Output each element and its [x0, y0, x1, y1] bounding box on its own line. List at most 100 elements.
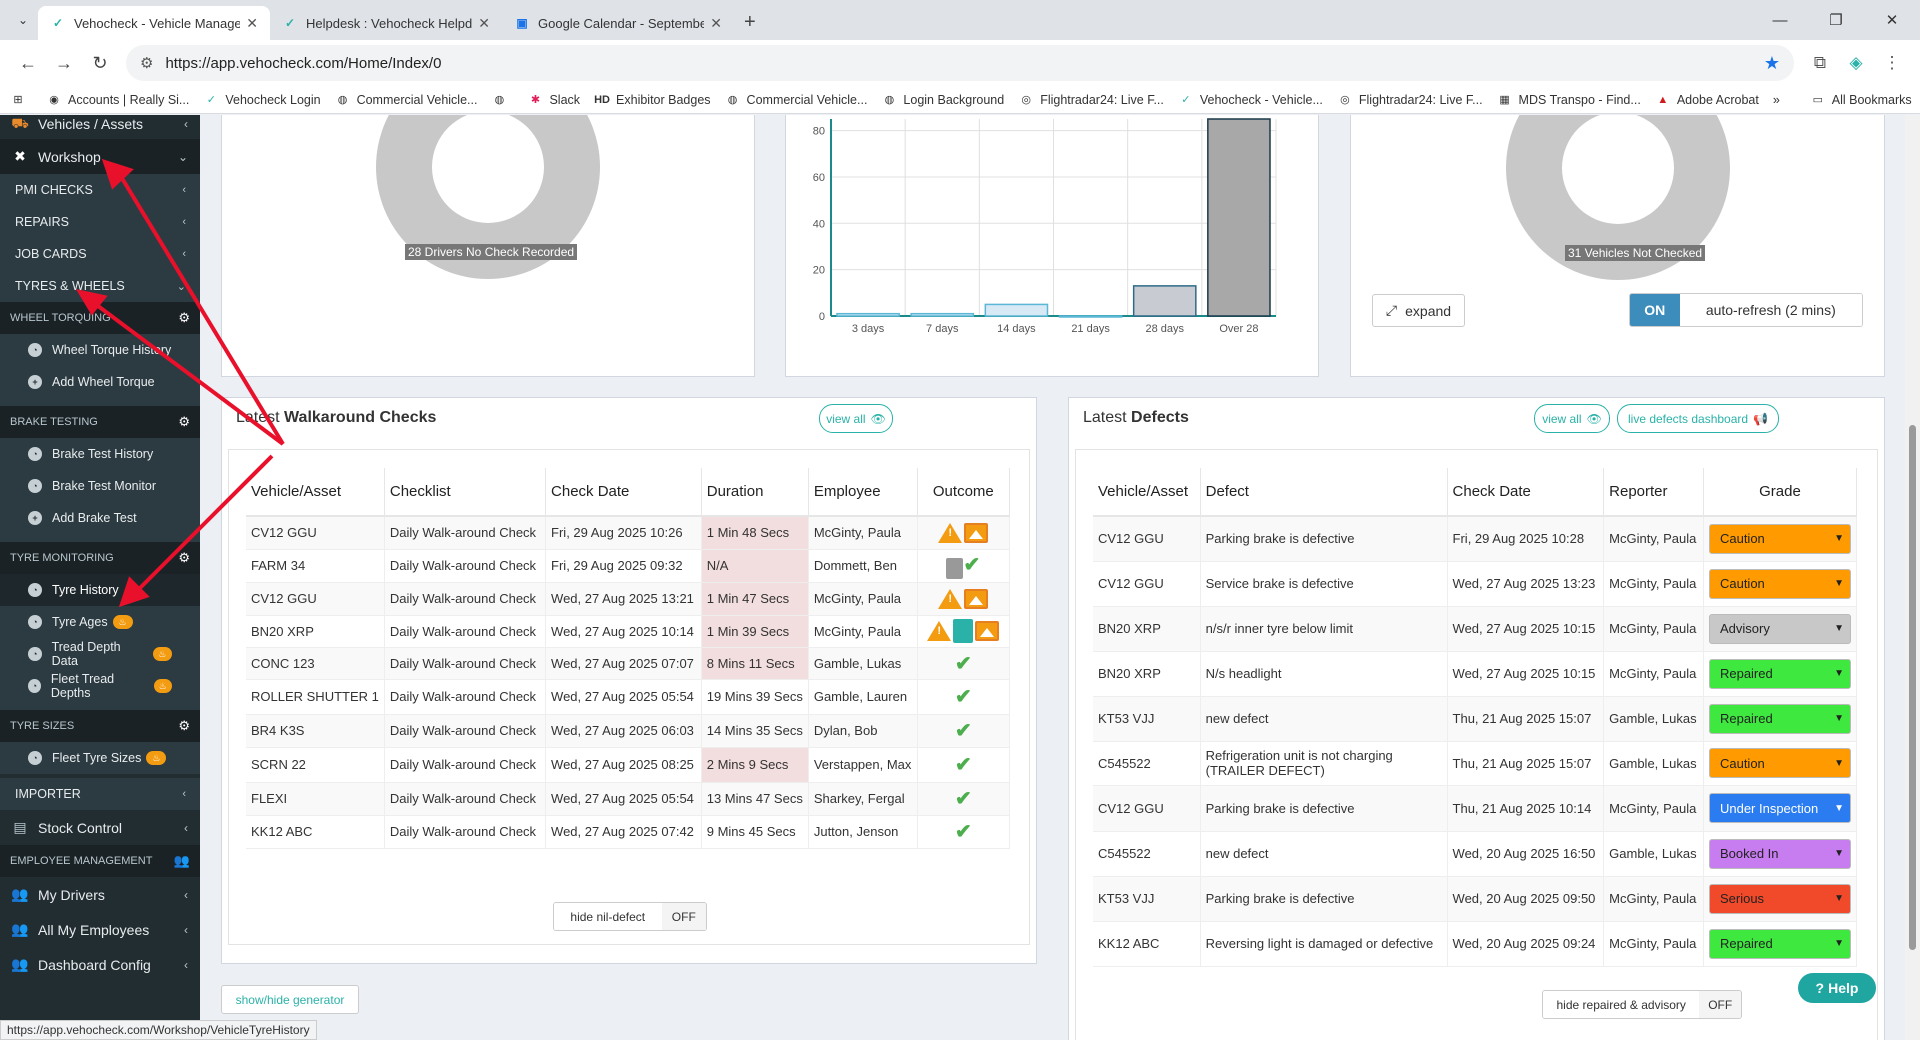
bookmark-item[interactable]: ◎ Flightradar24: Live F... [1018, 92, 1163, 108]
menu-icon[interactable]: ⋮ [1874, 45, 1910, 81]
cell-vehicle[interactable]: CV12 GGU [246, 582, 385, 616]
gear-icon[interactable]: ⚙ [178, 310, 190, 326]
url-input[interactable]: ⚙ https://app.vehocheck.com/Home/Index/0… [126, 45, 1794, 81]
bookmark-item[interactable]: ▲ Adobe Acrobat [1655, 92, 1758, 108]
bar[interactable] [836, 312, 900, 317]
cell-outcome[interactable]: ✔ [917, 782, 1011, 816]
table-row[interactable]: CV12 GGU Parking brake is defective Thu, 2… [1093, 785, 1858, 832]
sidebar-item-tread-depth-data[interactable]: ◔ Tread Depth Data ♨ [0, 638, 200, 670]
restore-icon[interactable]: ❐ [1808, 0, 1864, 40]
walkaround-view-all-button[interactable]: view all 👁 [819, 404, 893, 433]
minimize-icon[interactable]: — [1752, 0, 1808, 40]
sidebar-item-tyres[interactable]: TYRES & WHEELS ⌄ [0, 270, 200, 302]
cell-vehicle[interactable]: ROLLER SHUTTER 1 [246, 679, 385, 715]
sidebar-item-pmi[interactable]: PMI CHECKS ‹ [0, 174, 200, 206]
more-bookmarks-icon[interactable]: » [1773, 93, 1780, 107]
warning-icon[interactable] [938, 522, 963, 543]
close-tab-icon[interactable]: ✕ [710, 15, 722, 32]
col-reporter[interactable]: Reporter [1603, 468, 1704, 517]
cell-vehicle[interactable]: BR4 K3S [246, 714, 385, 748]
bookmark-item[interactable]: ▦ MDS Transpo - Find... [1497, 92, 1640, 108]
expand-button[interactable]: ⤢ expand [1372, 294, 1465, 327]
cell-vehicle[interactable]: CV12 GGU [246, 516, 385, 550]
forward-icon[interactable]: → [46, 45, 82, 81]
grade-select[interactable]: Caution ▼ [1708, 523, 1851, 554]
table-row[interactable]: CONC 123 Daily Walk-around Check Wed, 27 A… [246, 647, 1011, 680]
sidebar-item-fleet-tread-depths[interactable]: ◔ Fleet Tread Depths ♨ [0, 670, 200, 702]
hide-repaired-toggle[interactable]: hide repaired & advisory OFF [1542, 990, 1742, 1019]
bar[interactable] [1132, 285, 1197, 317]
gear-icon[interactable]: ⚙ [178, 550, 190, 566]
cell-outcome[interactable] [917, 615, 1011, 648]
bar[interactable] [910, 312, 975, 317]
bookmark-item[interactable]: HD Exhibitor Badges [594, 92, 710, 108]
cell-outcome[interactable] [917, 516, 1011, 550]
cell-outcome[interactable] [917, 582, 1011, 616]
table-row[interactable]: SCRN 22 Daily Walk-around Check Wed, 27 Au… [246, 747, 1011, 783]
close-window-icon[interactable]: ✕ [1864, 0, 1920, 40]
table-row[interactable]: FLEXI Daily Walk-around Check Wed, 27 Aug … [246, 782, 1011, 816]
sidebar-item-fleet-tyre-sizes[interactable]: ◔ Fleet Tyre Sizes ♨ [0, 742, 200, 774]
sidebar-item-jobcards[interactable]: JOB CARDS ‹ [0, 238, 200, 270]
bar[interactable] [1207, 118, 1271, 317]
cell-vehicle[interactable]: SCRN 22 [246, 747, 385, 783]
page-scrollbar[interactable] [1905, 115, 1920, 1040]
sidebar-item-all-employees[interactable]: 👥 All My Employees ‹ [0, 912, 200, 947]
all-bookmarks[interactable]: ▭ All Bookmarks [1810, 92, 1912, 108]
table-row[interactable]: KT53 VJJ Parking brake is defective Wed, 2… [1093, 876, 1858, 922]
image-icon[interactable] [964, 588, 989, 609]
warning-icon[interactable] [938, 588, 963, 609]
bar[interactable] [984, 303, 1049, 317]
table-row[interactable]: CV12 GGU Service brake is defective Wed, 2… [1093, 561, 1858, 607]
tab-calendar[interactable]: ▣ Google Calendar - September 2 ✕ [502, 6, 734, 40]
table-row[interactable]: ROLLER SHUTTER 1 Daily Walk-around Check W… [246, 679, 1011, 715]
cell-vehicle[interactable]: FARM 34 [246, 549, 385, 583]
new-tab-icon[interactable]: + [744, 11, 756, 34]
cell-vehicle[interactable]: FLEXI [246, 782, 385, 816]
sidebar-item-my-drivers[interactable]: 👥 My Drivers ‹ [0, 877, 200, 912]
tab-vehocheck[interactable]: ✓ Vehocheck - Vehicle Manageme ✕ [38, 6, 270, 40]
col-grade[interactable]: Grade [1703, 468, 1858, 517]
cell-outcome[interactable]: ✔ [917, 714, 1011, 748]
sidebar-item-stock-control[interactable]: ▤ Stock Control ‹ [0, 810, 200, 845]
col-checklist[interactable]: Checklist [384, 468, 547, 517]
col-vehicle[interactable]: Vehicle/Asset [1093, 468, 1201, 517]
warning-icon[interactable] [927, 621, 952, 641]
col-employee[interactable]: Employee [808, 468, 918, 517]
cell-outcome[interactable]: ✔ [917, 647, 1011, 680]
col-outcome[interactable]: Outcome [917, 468, 1011, 517]
grade-select[interactable]: Caution ▼ [1708, 748, 1851, 778]
gear-icon[interactable]: ⚙ [178, 414, 190, 430]
grade-select[interactable]: Caution ▼ [1708, 568, 1851, 599]
users-icon[interactable]: 👥 [174, 853, 190, 869]
extensions-icon[interactable]: ⧉ [1802, 45, 1838, 81]
col-defect[interactable]: Defect [1200, 468, 1448, 517]
cell-outcome[interactable]: ✔ [917, 679, 1011, 715]
scrollbar-thumb[interactable] [1909, 425, 1916, 950]
close-tab-icon[interactable]: ✕ [478, 15, 490, 32]
bookmark-item[interactable]: ✓ Vehocheck - Vehicle... [1178, 92, 1323, 108]
sidebar-item-dashboard-config[interactable]: 👥 Dashboard Config ‹ [0, 947, 200, 982]
apps-icon[interactable]: ⊞ [10, 92, 32, 108]
col-duration[interactable]: Duration [701, 468, 809, 517]
back-icon[interactable]: ← [10, 45, 46, 81]
bookmark-item[interactable]: ◍ Commercial Vehicle... [725, 92, 868, 108]
table-row[interactable]: BR4 K3S Daily Walk-around Check Wed, 27 Au… [246, 714, 1011, 748]
table-row[interactable]: CV12 GGU Daily Walk-around Check Fri, 29 A… [246, 516, 1011, 550]
image-icon[interactable] [975, 621, 1000, 641]
bookmark-item[interactable]: ✓ Vehocheck Login [203, 92, 321, 108]
bookmark-item[interactable]: ◍ Commercial Vehicle... [335, 92, 478, 108]
grade-select[interactable]: Advisory ▼ [1708, 613, 1851, 644]
reload-icon[interactable]: ↻ [82, 45, 118, 81]
sidebar-item-tyre-ages[interactable]: ◔ Tyre Ages ♨ [0, 606, 200, 638]
table-row[interactable]: KT53 VJJ new defect Thu, 21 Aug 2025 15:07… [1093, 696, 1858, 742]
hide-nil-defect-toggle[interactable]: hide nil-defect OFF [553, 902, 707, 931]
cell-vehicle[interactable]: BN20 XRP [246, 615, 385, 648]
auto-refresh-toggle[interactable]: ON auto-refresh (2 mins) [1629, 293, 1863, 327]
sidebar-item-brake-test-history[interactable]: ◔ Brake Test History [0, 438, 200, 470]
sidebar-item-vehicles[interactable]: ⛟ Vehicles / Assets ‹ [0, 115, 200, 139]
close-tab-icon[interactable]: ✕ [246, 15, 258, 32]
table-row[interactable]: BN20 XRP Daily Walk-around Check Wed, 27 A… [246, 615, 1011, 648]
cell-outcome[interactable]: ✔ [917, 549, 1011, 583]
cell-outcome[interactable]: ✔ [917, 747, 1011, 783]
